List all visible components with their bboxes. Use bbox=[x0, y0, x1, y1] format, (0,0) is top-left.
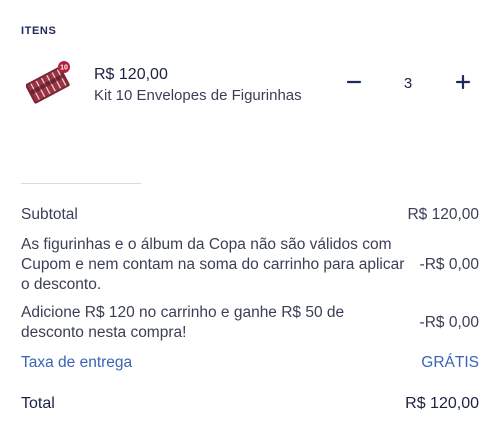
cart-item: 10 R$ 120,00 Kit 10 Envelopes de Figurin… bbox=[21, 56, 481, 112]
subtotal-value: R$ 120,00 bbox=[407, 206, 479, 223]
total-label: Total bbox=[21, 395, 55, 412]
delivery-fee-value: GRÁTIS bbox=[421, 354, 479, 371]
coupon-notice-row: As figurinhas e o álbum da Copa não são … bbox=[21, 235, 479, 295]
coupon-notice-label: As figurinhas e o álbum da Copa não são … bbox=[21, 236, 405, 293]
plus-icon bbox=[455, 74, 471, 90]
subtotal-row: Subtotal R$ 120,00 bbox=[21, 205, 479, 225]
total-row: Total R$ 120,00 bbox=[21, 394, 479, 414]
decrease-quantity-button[interactable] bbox=[342, 70, 366, 94]
subtotal-label: Subtotal bbox=[21, 206, 78, 223]
delivery-fee-label: Taxa de entrega bbox=[21, 354, 133, 371]
product-thumbnail: 10 bbox=[25, 60, 70, 104]
minus-icon bbox=[346, 80, 362, 84]
discount-promo-row: Adicione R$ 120 no carrinho e ganhe R$ 5… bbox=[21, 303, 479, 343]
quantity-value: 3 bbox=[403, 75, 413, 92]
item-name: Kit 10 Envelopes de Figurinhas bbox=[94, 87, 302, 104]
section-divider bbox=[21, 183, 141, 184]
coupon-notice-value: -R$ 0,00 bbox=[419, 256, 479, 273]
increase-quantity-button[interactable] bbox=[451, 70, 475, 94]
delivery-fee-row: Taxa de entrega GRÁTIS bbox=[21, 353, 479, 373]
items-section-title: ITENS bbox=[21, 25, 57, 37]
item-price: R$ 120,00 bbox=[94, 66, 168, 83]
product-badge: 10 bbox=[60, 65, 68, 72]
total-value: R$ 120,00 bbox=[405, 395, 479, 412]
discount-promo-value: -R$ 0,00 bbox=[419, 314, 479, 331]
discount-promo-label: Adicione R$ 120 no carrinho e ganhe R$ 5… bbox=[21, 304, 345, 341]
